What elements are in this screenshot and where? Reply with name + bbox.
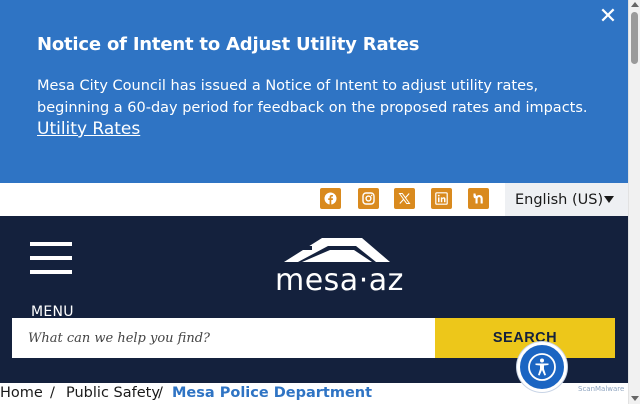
- alert-body: Mesa City Council has issued a Notice of…: [37, 78, 588, 116]
- page-scrollbar[interactable]: [628, 0, 640, 404]
- breadcrumb-separator: /: [158, 385, 163, 401]
- scroll-thumb[interactable]: [631, 12, 638, 64]
- x-twitter-icon[interactable]: [394, 188, 415, 209]
- menu-button[interactable]: MENU: [30, 242, 74, 320]
- hamburger-bar: [30, 256, 72, 260]
- search-input[interactable]: [12, 318, 435, 358]
- scroll-down-icon[interactable]: [631, 396, 639, 401]
- hamburger-bar: [30, 270, 72, 274]
- breadcrumb-public-safety[interactable]: Public Safety: [66, 385, 160, 401]
- language-selector[interactable]: English (US): [505, 183, 628, 216]
- utility-rates-link[interactable]: Utility Rates: [37, 119, 140, 139]
- breadcrumb-separator: /: [50, 385, 55, 401]
- scroll-up-icon[interactable]: [631, 2, 639, 7]
- watermark: ScanMalware: [578, 385, 625, 393]
- breadcrumb-home[interactable]: Home: [0, 385, 43, 401]
- logo-text[interactable]: mesa·az: [275, 263, 404, 298]
- accessibility-icon[interactable]: [517, 342, 567, 392]
- hamburger-bar: [30, 242, 72, 246]
- caret-down-icon: [604, 196, 614, 203]
- instagram-icon[interactable]: [358, 188, 379, 209]
- facebook-icon[interactable]: [320, 188, 341, 209]
- close-icon[interactable]: ✕: [598, 6, 618, 28]
- linkedin-icon[interactable]: [431, 188, 452, 209]
- language-label: English (US): [515, 191, 604, 208]
- alert-title: Notice of Intent to Adjust Utility Rates: [37, 34, 420, 55]
- alert-banner: Notice of Intent to Adjust Utility Rates…: [0, 0, 628, 183]
- nextdoor-icon[interactable]: [468, 188, 489, 209]
- breadcrumb-current-page: Mesa Police Department: [172, 385, 373, 401]
- utility-bar: English (US): [0, 183, 628, 216]
